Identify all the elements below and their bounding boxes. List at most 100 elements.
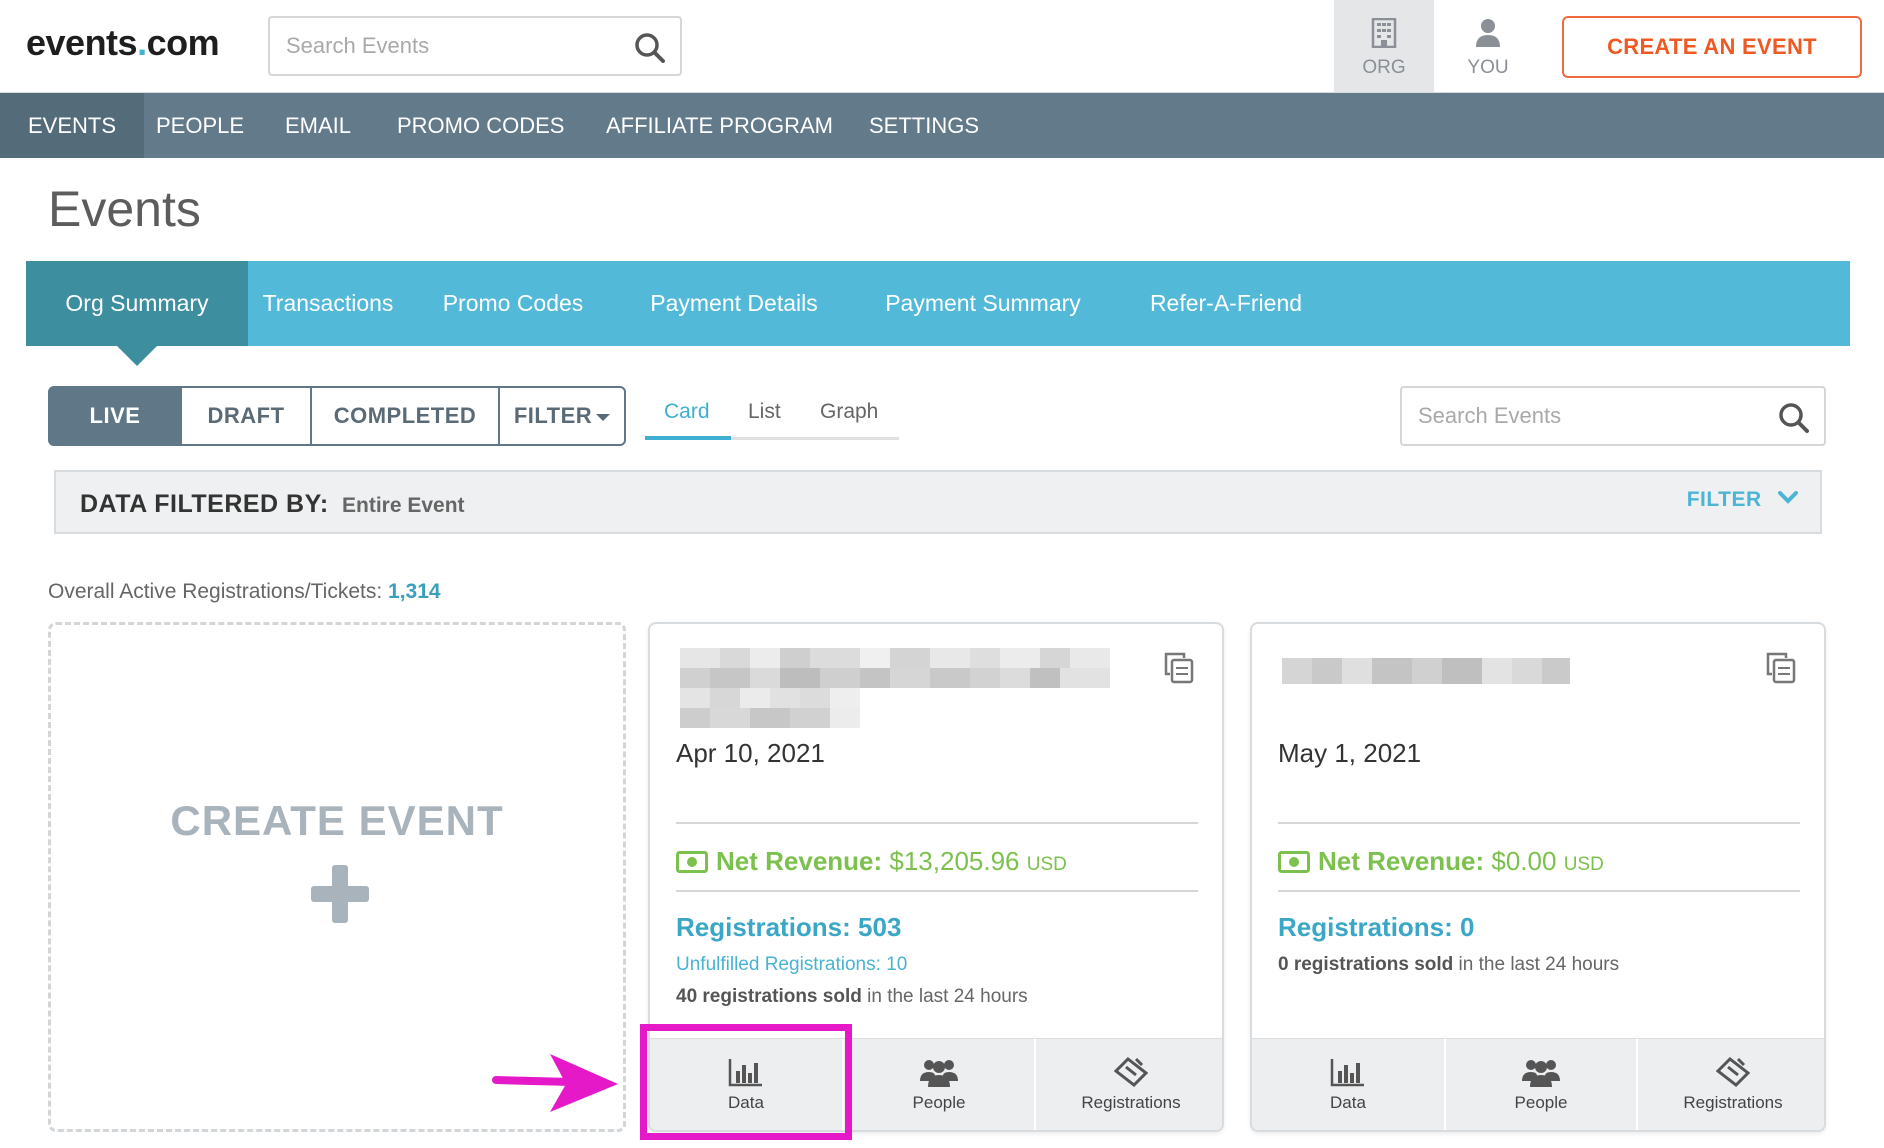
status-filter-dropdown[interactable]: FILTER xyxy=(498,386,626,446)
net-revenue: Net Revenue: $0.00 USD xyxy=(1278,846,1604,877)
card-actions: Data People Registrations xyxy=(1252,1038,1824,1130)
main-nav: EVENTS PEOPLE EMAIL PROMO CODES AFFILIAT… xyxy=(0,93,1884,158)
registrations-button-label: Registrations xyxy=(1683,1093,1783,1112)
recent-sales: 40 registrations sold in the last 24 hou… xyxy=(676,986,1028,1008)
redacted-event-title xyxy=(1282,658,1570,684)
recent-sales-suffix: in the last 24 hours xyxy=(1453,954,1620,975)
arrow-annotation xyxy=(492,1054,618,1112)
create-event-label: CREATE EVENT xyxy=(170,797,504,844)
page-title: Events xyxy=(48,181,201,237)
data-button-label: Data xyxy=(1330,1093,1366,1112)
status-completed-button[interactable]: COMPLETED xyxy=(310,386,500,446)
view-tab-list[interactable]: List xyxy=(748,400,781,424)
ticket-icon xyxy=(1114,1057,1148,1087)
recent-sales-count: 40 registrations sold xyxy=(676,986,862,1007)
registrations-count[interactable]: Registrations: 503 xyxy=(676,912,901,943)
active-tab-caret xyxy=(117,346,157,366)
registrations-button[interactable]: Registrations xyxy=(1636,1039,1824,1130)
overall-registrations: Overall Active Registrations/Tickets: 1,… xyxy=(48,580,441,604)
money-icon xyxy=(1278,851,1310,873)
overall-label: Overall Active Registrations/Tickets: xyxy=(48,580,383,603)
global-search-box xyxy=(268,16,682,76)
registrations-button-label: Registrations xyxy=(1081,1093,1181,1112)
highlight-box xyxy=(640,1024,852,1140)
filter-toggle-link[interactable]: FILTER xyxy=(1687,488,1798,512)
nav-events[interactable]: EVENTS xyxy=(0,93,145,158)
view-tab-active-indicator xyxy=(645,436,731,440)
tab-payment-summary[interactable]: Payment Summary xyxy=(850,261,1116,346)
event-search-input[interactable] xyxy=(1418,388,1756,444)
net-revenue-label: Net Revenue: xyxy=(1318,846,1485,876)
tab-transactions[interactable]: Transactions xyxy=(248,261,408,346)
chevron-down-icon xyxy=(1778,491,1798,504)
create-an-event-button[interactable]: CREATE AN EVENT xyxy=(1562,16,1862,78)
currency: USD xyxy=(1026,854,1067,875)
event-date: May 1, 2021 xyxy=(1278,738,1422,768)
net-revenue: Net Revenue: $13,205.96 USD xyxy=(676,846,1067,877)
data-button[interactable]: Data xyxy=(1252,1039,1444,1130)
divider xyxy=(1278,890,1800,892)
currency: USD xyxy=(1563,854,1604,875)
status-draft-button[interactable]: DRAFT xyxy=(180,386,312,446)
org-switcher[interactable]: ORG xyxy=(1334,0,1434,92)
user-menu[interactable]: YOU xyxy=(1440,0,1536,92)
people-button-label: People xyxy=(1514,1093,1568,1112)
net-revenue-value: $0.00 xyxy=(1491,846,1557,876)
tab-org-summary[interactable]: Org Summary xyxy=(26,261,248,346)
bar-chart-icon xyxy=(1330,1059,1364,1087)
you-label: YOU xyxy=(1467,57,1509,78)
org-subtabs: Org Summary Transactions Promo Codes Pay… xyxy=(26,261,1850,346)
people-button[interactable]: People xyxy=(1444,1039,1636,1130)
plus-icon xyxy=(311,865,369,923)
nav-settings[interactable]: SETTINGS xyxy=(841,93,1007,158)
overall-count: 1,314 xyxy=(388,580,441,603)
status-filter-label: FILTER xyxy=(513,403,593,428)
tab-payment-details[interactable]: Payment Details xyxy=(618,261,850,346)
divider xyxy=(1278,822,1800,824)
filter-toggle-label: FILTER xyxy=(1686,488,1762,511)
data-filter-bar: DATA FILTERED BY: Entire Event FILTER xyxy=(54,470,1822,534)
people-button[interactable]: People xyxy=(842,1039,1034,1130)
money-icon xyxy=(676,851,708,873)
user-icon xyxy=(1476,19,1500,47)
registrations-button[interactable]: Registrations xyxy=(1034,1039,1222,1130)
filter-bar-label: DATA FILTERED BY: xyxy=(80,490,329,518)
events-logo[interactable]: events.com xyxy=(26,22,220,64)
people-icon xyxy=(920,1060,958,1087)
top-header: events.com ORG YOU CREATE AN EVENT xyxy=(0,0,1884,93)
recent-sales-suffix: in the last 24 hours xyxy=(861,986,1028,1007)
tab-refer-a-friend[interactable]: Refer-A-Friend xyxy=(1116,261,1336,346)
nav-people[interactable]: PEOPLE xyxy=(128,93,272,158)
unfulfilled-registrations-link[interactable]: Unfulfilled Registrations: 10 xyxy=(676,954,907,976)
event-search-box xyxy=(1400,386,1826,446)
recent-sales-count: 0 registrations sold xyxy=(1278,954,1454,975)
status-live-button[interactable]: LIVE xyxy=(48,386,182,446)
filter-bar-value: Entire Event xyxy=(342,494,465,517)
global-search-input[interactable] xyxy=(286,18,614,74)
event-card[interactable]: May 1, 2021 Net Revenue: $0.00 USD Regis… xyxy=(1250,622,1826,1132)
registrations-count[interactable]: Registrations: 0 xyxy=(1278,912,1475,943)
copy-icon[interactable] xyxy=(1764,650,1798,684)
search-icon[interactable] xyxy=(634,32,666,64)
nav-email[interactable]: EMAIL xyxy=(257,93,379,158)
nav-promo-codes[interactable]: PROMO CODES xyxy=(369,93,592,158)
ticket-icon xyxy=(1716,1057,1750,1087)
divider xyxy=(676,890,1198,892)
redacted-event-title xyxy=(680,648,1110,728)
chevron-down-icon xyxy=(596,413,611,421)
net-revenue-label: Net Revenue: xyxy=(716,846,883,876)
search-icon[interactable] xyxy=(1778,402,1810,434)
people-icon xyxy=(1522,1060,1560,1087)
net-revenue-value: $13,205.96 xyxy=(889,846,1020,876)
org-label: ORG xyxy=(1362,57,1406,78)
event-date: Apr 10, 2021 xyxy=(676,738,825,768)
building-icon xyxy=(1371,17,1397,49)
nav-affiliate-program[interactable]: AFFILIATE PROGRAM xyxy=(578,93,861,158)
people-button-label: People xyxy=(912,1093,966,1112)
divider xyxy=(676,822,1198,824)
view-tab-graph[interactable]: Graph xyxy=(820,400,878,424)
view-tab-card[interactable]: Card xyxy=(664,400,710,424)
tab-promo-codes[interactable]: Promo Codes xyxy=(408,261,618,346)
copy-icon[interactable] xyxy=(1162,650,1196,684)
recent-sales: 0 registrations sold in the last 24 hour… xyxy=(1278,954,1619,976)
